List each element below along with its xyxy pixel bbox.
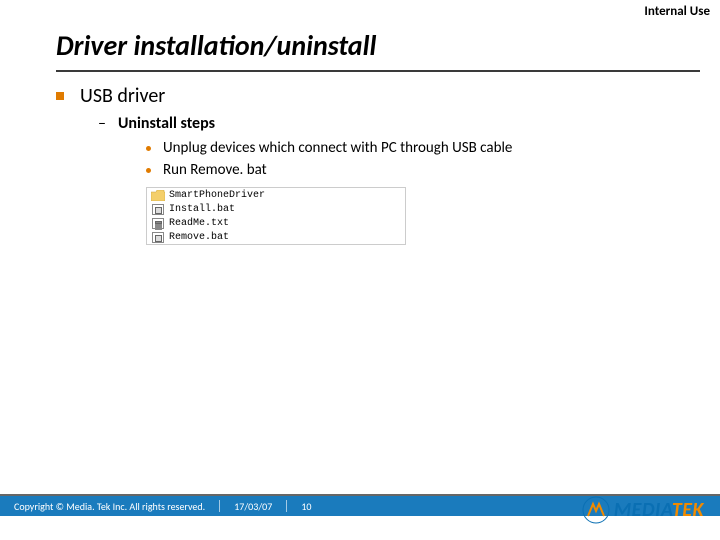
copyright-text: Copyright © Media. Tek Inc. All rights r… (14, 500, 205, 513)
folder-icon (151, 189, 165, 201)
title-rule (56, 70, 700, 72)
bullet-level3: Unplug devices which connect with PC thr… (146, 139, 680, 157)
dot-bullet-icon (146, 168, 151, 173)
mediatek-logo: MEDIATEK (582, 496, 704, 524)
lvl1-text: USB driver (80, 84, 165, 108)
logo-text-tek: TEK (672, 498, 704, 522)
file-row-bat: Remove.bat (147, 230, 405, 244)
dash-bullet-icon: – (98, 114, 106, 133)
txt-file-icon (151, 217, 165, 229)
footer-separator (219, 500, 220, 512)
bat-file-icon (151, 231, 165, 243)
logo-mark-icon (582, 496, 610, 524)
file-name: Remove.bat (169, 232, 229, 243)
file-explorer-snippet: SmartPhoneDriver Install.bat ReadMe.txt … (146, 187, 406, 245)
file-name: Install.bat (169, 204, 235, 215)
file-name: SmartPhoneDriver (169, 190, 265, 201)
footer-page-number: 10 (301, 500, 311, 513)
content-area: USB driver – Uninstall steps Unplug devi… (56, 84, 680, 245)
slide: Internal Use Driver installation/uninsta… (0, 0, 720, 540)
lvl3a-text: Unplug devices which connect with PC thr… (163, 139, 512, 157)
square-bullet-icon (56, 92, 64, 100)
footer-date: 17/03/07 (234, 500, 272, 513)
file-row-txt: ReadMe.txt (147, 216, 405, 230)
file-row-bat: Install.bat (147, 202, 405, 216)
lvl3b-text: Run Remove. bat (163, 161, 267, 179)
logo-text: MEDIATEK (614, 498, 704, 522)
slide-title: Driver installation/uninstall (56, 28, 376, 63)
bullet-level2: – Uninstall steps (98, 114, 680, 133)
footer-separator (286, 500, 287, 512)
file-row-folder: SmartPhoneDriver (147, 188, 405, 202)
logo-text-media: MEDIA (614, 498, 672, 522)
file-name: ReadMe.txt (169, 218, 229, 229)
dot-bullet-icon (146, 146, 151, 151)
lvl2-text: Uninstall steps (118, 114, 215, 133)
bat-file-icon (151, 203, 165, 215)
bullet-level1: USB driver (56, 84, 680, 108)
classification-label: Internal Use (644, 4, 710, 19)
bullet-level3: Run Remove. bat (146, 161, 680, 179)
